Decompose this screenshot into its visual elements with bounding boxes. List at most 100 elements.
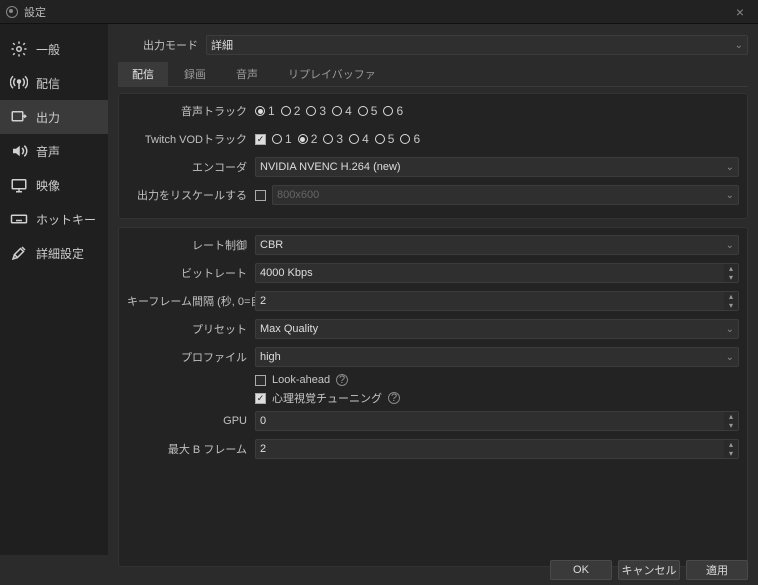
bframes-input[interactable]: [255, 439, 739, 459]
rate-control-select[interactable]: CBR ⌄: [255, 235, 739, 255]
bframes-label: 最大 B フレーム: [127, 441, 255, 457]
sidebar-item-label: ホットキー: [36, 211, 96, 228]
preset-value: Max Quality: [260, 323, 318, 335]
gpu-label: GPU: [127, 415, 255, 427]
spin-down-icon[interactable]: ▾: [724, 449, 738, 458]
audio-track-4[interactable]: 4: [332, 104, 352, 118]
lookahead-label: Look-ahead: [272, 374, 330, 386]
sidebar-item-label: 音声: [36, 143, 60, 160]
profile-select[interactable]: high ⌄: [255, 347, 739, 367]
encoder-settings-panel: レート制御 CBR ⌄ ビットレート ▴▾ キーフレーム間隔 (秒, 0=自動): [118, 227, 748, 567]
sidebar-item-general[interactable]: 一般: [0, 32, 108, 66]
preset-select[interactable]: Max Quality ⌄: [255, 319, 739, 339]
main-panel: 出力モード 詳細 ⌄ 配信 録画 音声 リプレイバッファ 音声トラック 1 2: [108, 24, 758, 555]
output-tabs: 配信 録画 音声 リプレイバッファ: [118, 62, 748, 87]
spin-down-icon[interactable]: ▾: [724, 421, 738, 430]
spin-down-icon[interactable]: ▾: [724, 301, 738, 310]
sidebar-item-advanced[interactable]: 詳細設定: [0, 236, 108, 270]
chevron-down-icon: ⌄: [726, 324, 734, 335]
sidebar-item-label: 出力: [36, 109, 60, 126]
apply-button[interactable]: 適用: [686, 560, 748, 580]
gear-icon: [8, 40, 30, 58]
psycho-checkbox[interactable]: ✓: [255, 393, 266, 404]
rate-control-label: レート制御: [127, 237, 255, 253]
preset-label: プリセット: [127, 321, 255, 337]
vod-track-1[interactable]: 1: [272, 132, 292, 146]
chevron-down-icon: ⌄: [726, 240, 734, 251]
output-icon: [8, 108, 30, 126]
encoder-label: エンコーダ: [127, 159, 255, 175]
sidebar-item-output[interactable]: 出力: [0, 100, 108, 134]
tab-record[interactable]: 録画: [170, 62, 220, 86]
output-mode-label: 出力モード: [118, 37, 206, 53]
vod-track-label: Twitch VODトラック: [127, 131, 255, 147]
chevron-down-icon: ⌄: [735, 40, 743, 51]
help-icon[interactable]: ?: [336, 374, 348, 386]
spin-up-icon[interactable]: ▴: [724, 264, 738, 273]
gpu-input[interactable]: [255, 411, 739, 431]
audio-track-label: 音声トラック: [127, 103, 255, 119]
sidebar-item-label: 詳細設定: [36, 245, 84, 262]
titlebar: 設定 ×: [0, 0, 758, 24]
app-logo-icon: [6, 6, 18, 18]
chevron-down-icon: ⌄: [726, 352, 734, 363]
sidebar-item-label: 一般: [36, 41, 60, 58]
sidebar: 一般 配信 出力 音声 映像 ホットキー 詳細設定: [0, 24, 108, 555]
encoder-panel: 音声トラック 1 2 3 4 5 6 Twitch VODトラック ✓ 1 2 …: [118, 93, 748, 219]
window-title: 設定: [24, 4, 728, 20]
audio-track-6[interactable]: 6: [383, 104, 403, 118]
audio-track-group: 1 2 3 4 5 6: [255, 104, 739, 118]
monitor-icon: [8, 176, 30, 194]
tab-stream[interactable]: 配信: [118, 62, 168, 86]
cancel-button[interactable]: キャンセル: [618, 560, 680, 580]
vod-track-4[interactable]: 4: [349, 132, 369, 146]
bitrate-label: ビットレート: [127, 265, 255, 281]
bitrate-input[interactable]: [255, 263, 739, 283]
speaker-icon: [8, 142, 30, 160]
rescale-checkbox[interactable]: [255, 190, 266, 201]
tab-audio[interactable]: 音声: [222, 62, 272, 86]
vod-track-2[interactable]: 2: [298, 132, 318, 146]
audio-track-1[interactable]: 1: [255, 104, 275, 118]
psycho-label: 心理視覚チューニング: [272, 390, 382, 406]
rate-control-value: CBR: [260, 239, 283, 251]
spin-up-icon[interactable]: ▴: [724, 292, 738, 301]
sidebar-item-label: 配信: [36, 75, 60, 92]
rescale-label: 出力をリスケールする: [127, 187, 255, 203]
vod-enable-checkbox[interactable]: ✓: [255, 134, 266, 145]
chevron-down-icon: ⌄: [726, 190, 734, 201]
vod-track-6[interactable]: 6: [400, 132, 420, 146]
audio-track-2[interactable]: 2: [281, 104, 301, 118]
sidebar-item-video[interactable]: 映像: [0, 168, 108, 202]
keyint-input[interactable]: [255, 291, 739, 311]
encoder-value: NVIDIA NVENC H.264 (new): [260, 161, 401, 173]
sidebar-item-stream[interactable]: 配信: [0, 66, 108, 100]
chevron-down-icon: ⌄: [726, 162, 734, 173]
rescale-placeholder: 800x600: [277, 189, 319, 201]
spin-up-icon[interactable]: ▴: [724, 412, 738, 421]
profile-label: プロファイル: [127, 349, 255, 365]
lookahead-checkbox[interactable]: [255, 375, 266, 386]
output-mode-select[interactable]: 詳細 ⌄: [206, 35, 748, 55]
encoder-select[interactable]: NVIDIA NVENC H.264 (new) ⌄: [255, 157, 739, 177]
tab-replay[interactable]: リプレイバッファ: [274, 62, 390, 86]
tools-icon: [8, 244, 30, 262]
rescale-select[interactable]: 800x600 ⌄: [272, 185, 739, 205]
spin-down-icon[interactable]: ▾: [724, 273, 738, 282]
sidebar-item-audio[interactable]: 音声: [0, 134, 108, 168]
sidebar-item-hotkeys[interactable]: ホットキー: [0, 202, 108, 236]
profile-value: high: [260, 351, 281, 363]
help-icon[interactable]: ?: [388, 392, 400, 404]
vod-track-5[interactable]: 5: [375, 132, 395, 146]
broadcast-icon: [8, 74, 30, 92]
keyint-label: キーフレーム間隔 (秒, 0=自動): [127, 293, 255, 309]
ok-button[interactable]: OK: [550, 560, 612, 580]
audio-track-5[interactable]: 5: [358, 104, 378, 118]
audio-track-3[interactable]: 3: [306, 104, 326, 118]
vod-track-3[interactable]: 3: [323, 132, 343, 146]
close-icon[interactable]: ×: [728, 4, 752, 20]
spin-up-icon[interactable]: ▴: [724, 440, 738, 449]
output-mode-value: 詳細: [211, 37, 233, 53]
vod-track-group: ✓ 1 2 3 4 5 6: [255, 132, 739, 146]
sidebar-item-label: 映像: [36, 177, 60, 194]
